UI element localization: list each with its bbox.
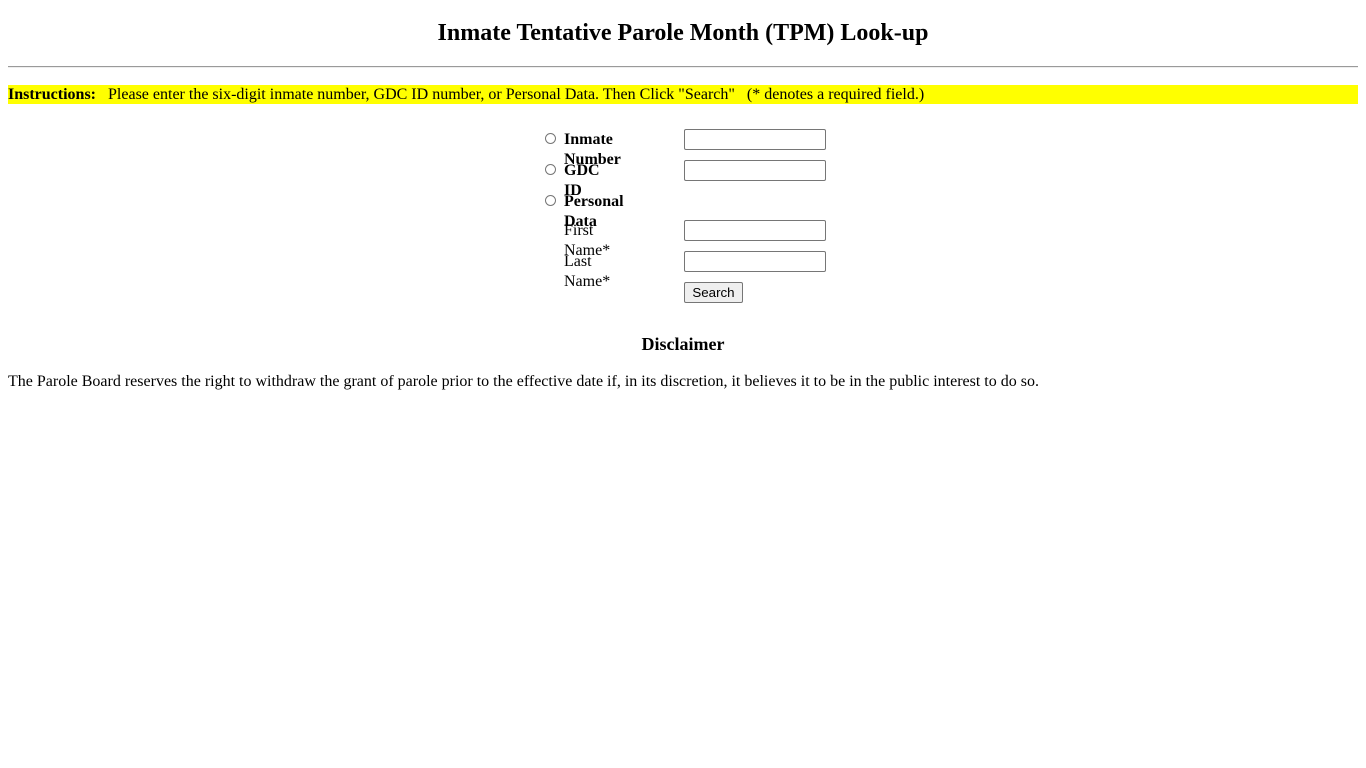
instructions-label: Instructions: bbox=[8, 86, 97, 103]
gdc-id-input[interactable] bbox=[684, 160, 826, 181]
instructions-banner: Instructions: Please enter the six-digit… bbox=[8, 85, 1358, 104]
gdc-id-radio[interactable] bbox=[545, 164, 556, 175]
personal-data-radio[interactable] bbox=[545, 195, 556, 206]
last-name-input[interactable] bbox=[684, 251, 826, 272]
search-button[interactable]: Search bbox=[684, 282, 743, 303]
disclaimer-text: The Parole Board reserves the right to w… bbox=[8, 373, 1039, 390]
divider bbox=[8, 66, 1358, 68]
first-name-input[interactable] bbox=[684, 220, 826, 241]
inmate-number-radio[interactable] bbox=[545, 133, 556, 144]
last-name-label: Last Name* bbox=[564, 253, 611, 290]
page-title: Inmate Tentative Parole Month (TPM) Look… bbox=[437, 20, 929, 46]
inmate-number-input[interactable] bbox=[684, 129, 826, 150]
instructions-text: Please enter the six-digit inmate number… bbox=[96, 86, 925, 103]
disclaimer-heading: Disclaimer bbox=[641, 334, 725, 354]
